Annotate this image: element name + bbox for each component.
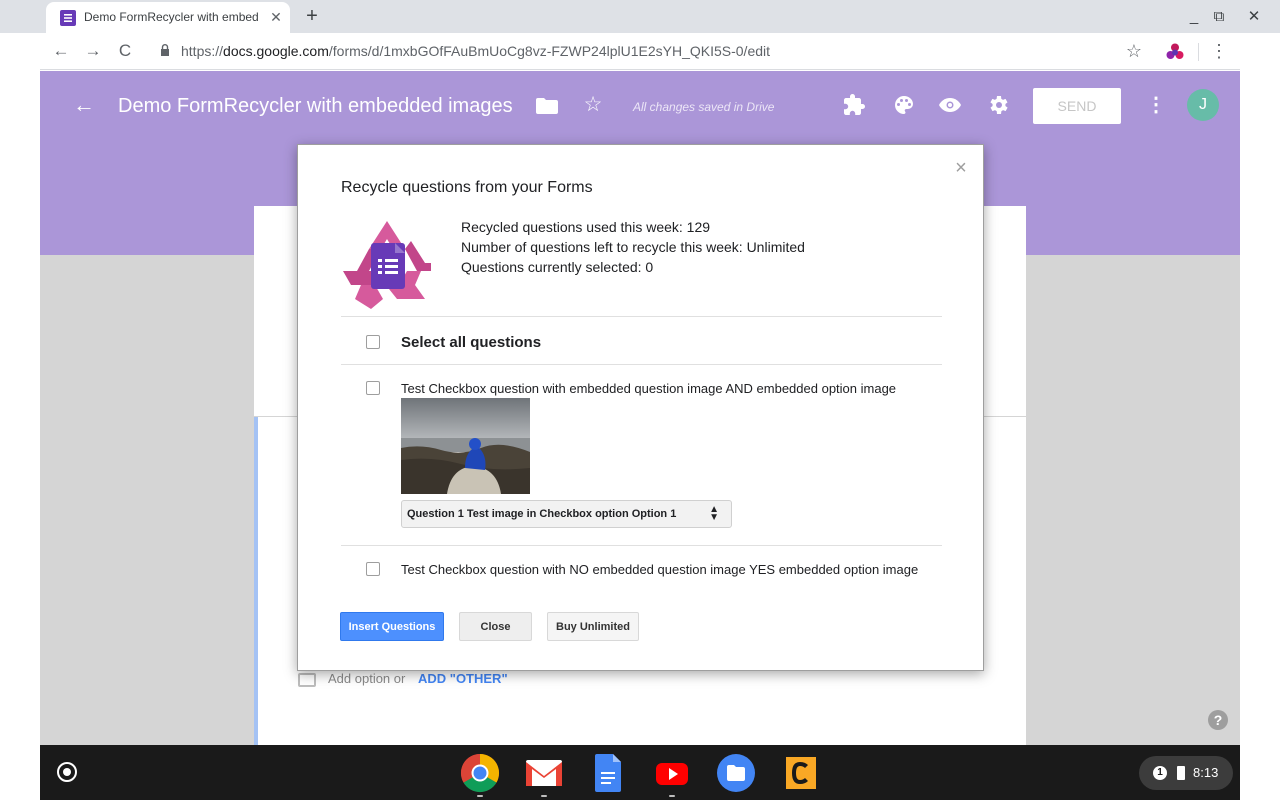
recycle-stats: Recycled questions used this week: 129 N…	[461, 217, 805, 277]
url-host: docs.google.com	[223, 43, 329, 59]
option-select-value: Question 1 Test image in Checkbox option…	[407, 508, 677, 520]
insert-questions-button[interactable]: Insert Questions	[340, 612, 444, 641]
docs-icon[interactable]	[588, 753, 628, 793]
stat-left: Number of questions left to recycle this…	[461, 239, 805, 255]
bookmark-star-icon[interactable]: ☆	[1123, 40, 1145, 62]
system-tray[interactable]: 1 8:13	[1139, 756, 1233, 790]
stat-used: Recycled questions used this week: 129	[461, 219, 711, 235]
save-status: All changes saved in Drive	[633, 100, 775, 114]
question-checkbox[interactable]	[366, 562, 380, 576]
c-app-icon[interactable]	[780, 753, 820, 793]
question-row: Test Checkbox question with embedded que…	[341, 366, 942, 546]
files-icon[interactable]	[716, 753, 756, 793]
more-options-icon[interactable]: ⋮	[1144, 93, 1168, 117]
settings-gear-icon[interactable]	[986, 93, 1010, 117]
folder-icon[interactable]	[536, 98, 558, 114]
add-other-link[interactable]: ADD "OTHER"	[418, 671, 508, 686]
form-header: ← Demo FormRecycler with embedded images…	[40, 71, 1240, 141]
question-row: Test Checkbox question with NO embedded …	[341, 547, 942, 598]
or-text: or	[393, 671, 406, 686]
reload-button[interactable]: C	[114, 40, 136, 62]
avatar[interactable]: J	[1187, 89, 1219, 121]
notification-badge: 1	[1153, 766, 1167, 780]
question-checkbox[interactable]	[366, 381, 380, 395]
help-icon[interactable]: ?	[1208, 710, 1228, 730]
left-edge	[0, 33, 40, 745]
option-image-select[interactable]: Question 1 Test image in Checkbox option…	[401, 500, 732, 528]
chromeos-shelf: 1 8:13	[40, 745, 1240, 800]
extension-recycle-icon[interactable]	[1165, 42, 1185, 62]
question-list[interactable]: Select all questions Test Checkbox quest…	[341, 316, 942, 598]
close-button[interactable]: Close	[459, 612, 532, 641]
clock: 8:13	[1193, 765, 1219, 780]
app-running-indicator	[477, 795, 483, 797]
addons-puzzle-icon[interactable]	[842, 93, 866, 117]
select-all-label[interactable]: Select all questions	[401, 334, 541, 351]
star-icon[interactable]: ☆	[582, 94, 604, 116]
select-updown-icon: ▲ ▼	[709, 504, 719, 523]
select-all-row: Select all questions	[341, 317, 942, 365]
forms-back-icon[interactable]: ←	[72, 93, 96, 117]
restore-button[interactable]: ⧉	[1208, 6, 1230, 28]
add-option-checkbox	[298, 673, 316, 687]
right-edge	[1240, 33, 1280, 745]
palette-icon[interactable]	[892, 93, 916, 117]
launcher-icon[interactable]	[57, 762, 77, 782]
question-label[interactable]: Test Checkbox question with NO embedded …	[401, 562, 918, 577]
browser-toolbar: ← → C https://docs.google.com/forms/d/1m…	[0, 33, 1280, 70]
browser-menu-icon[interactable]: ⋮	[1208, 40, 1230, 62]
lock-icon	[161, 44, 169, 56]
tab-close-icon[interactable]: ✕	[266, 7, 286, 27]
form-title[interactable]: Demo FormRecycler with embedded images	[118, 95, 513, 118]
app-running-indicator	[541, 795, 547, 797]
youtube-icon[interactable]	[652, 753, 692, 793]
formrecycler-logo-icon	[343, 221, 431, 309]
tab-strip: Demo FormRecycler with embed ✕ + _ ⧉ ✕	[0, 0, 1280, 33]
address-bar[interactable]: https://docs.google.com/forms/d/1mxbGOfF…	[181, 43, 770, 59]
window-close-button[interactable]: ✕	[1243, 6, 1265, 28]
forward-button[interactable]: →	[82, 40, 104, 62]
add-option-text: Add option	[328, 671, 391, 686]
toolbar-divider	[1198, 43, 1199, 61]
forms-favicon-icon	[60, 10, 76, 26]
chrome-icon[interactable]	[460, 753, 500, 793]
back-button[interactable]: ←	[50, 40, 72, 62]
question-image	[401, 398, 530, 494]
select-all-checkbox[interactable]	[366, 335, 380, 349]
url-path: /forms/d/1mxbGOfFAuBmUoCg8vz-FZWP24lplU1…	[328, 43, 771, 59]
tab-title: Demo FormRecycler with embed	[84, 10, 259, 24]
dialog-close-icon[interactable]: ×	[952, 158, 970, 178]
url-scheme: https://	[181, 43, 224, 59]
minimize-button[interactable]: _	[1183, 6, 1205, 28]
dialog-title: Recycle questions from your Forms	[341, 179, 593, 196]
question-label[interactable]: Test Checkbox question with embedded que…	[401, 381, 896, 396]
stat-selected: Questions currently selected: 0	[461, 259, 654, 275]
app-running-indicator	[669, 795, 675, 797]
send-button[interactable]: SEND	[1033, 88, 1121, 124]
battery-icon	[1177, 766, 1185, 780]
gmail-icon[interactable]	[524, 753, 564, 793]
recycle-dialog: × Recycle questions from your Forms Recy…	[297, 144, 984, 671]
buy-unlimited-button[interactable]: Buy Unlimited	[547, 612, 639, 641]
browser-tab[interactable]: Demo FormRecycler with embed ✕	[46, 2, 290, 33]
add-option-label[interactable]: Add option or	[328, 671, 405, 686]
new-tab-button[interactable]: +	[300, 4, 324, 28]
preview-eye-icon[interactable]	[938, 93, 962, 117]
